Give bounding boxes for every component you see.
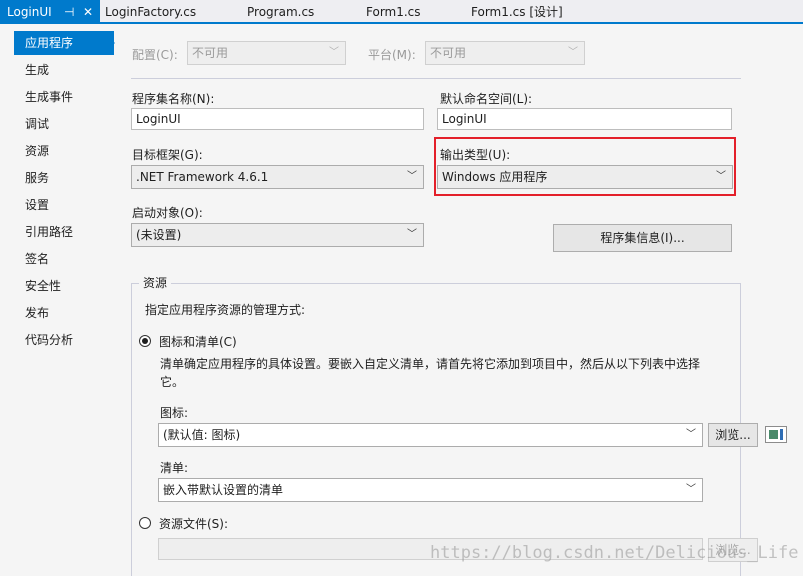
tab-program-cs[interactable]: Program.cs <box>247 0 314 24</box>
resource-file-option-label[interactable]: 资源文件(S): <box>159 515 228 532</box>
radio-selected-dot <box>142 338 148 344</box>
sidebar-item-code-analysis[interactable]: 代码分析 <box>14 328 114 352</box>
sidebar-item-debug[interactable]: 调试 <box>14 112 114 136</box>
sidebar-item-security[interactable]: 安全性 <box>14 274 114 298</box>
chevron-down-icon: ﹀ <box>686 429 696 440</box>
icon-dropdown[interactable]: (默认值: 图标) ﹀ <box>158 423 703 447</box>
tab-label: LoginUI <box>7 5 52 19</box>
assembly-info-button[interactable]: 程序集信息(I)... <box>553 224 732 252</box>
icon-manifest-radio[interactable] <box>139 335 151 347</box>
assembly-name-input[interactable]: LoginUI <box>131 108 424 130</box>
default-namespace-label: 默认命名空间(L): <box>440 92 533 106</box>
chevron-down-icon: ﹀ <box>686 484 696 495</box>
sidebar-item-resources[interactable]: 资源 <box>14 139 114 163</box>
sidebar-item-build[interactable]: 生成 <box>14 58 114 82</box>
manifest-label: 清单: <box>160 461 189 475</box>
icon-browse-button[interactable]: 浏览... <box>708 423 758 447</box>
chevron-down-icon: ﹀ <box>716 171 726 182</box>
close-icon[interactable]: ✕ <box>83 0 93 24</box>
sidebar-item-settings[interactable]: 设置 <box>14 193 114 217</box>
platform-label: 平台(M): <box>368 48 416 62</box>
icon-manifest-option-label[interactable]: 图标和清单(C) <box>159 333 237 350</box>
default-app-icon <box>769 430 778 439</box>
manifest-dropdown[interactable]: 嵌入带默认设置的清单 ﹀ <box>158 478 703 502</box>
resources-instruction: 指定应用程序资源的管理方式: <box>145 303 306 317</box>
chevron-down-icon: ﹀ <box>329 47 339 58</box>
manifest-description: 清单确定应用程序的具体设置。要嵌入自定义清单，请首先将它添加到项目中，然后从以下… <box>160 357 701 389</box>
resources-group-title: 资源 <box>139 274 172 291</box>
tab-loginfactory-cs[interactable]: LoginFactory.cs <box>105 0 196 24</box>
tab-form1-cs[interactable]: Form1.cs <box>366 0 421 24</box>
output-type-dropdown[interactable]: Windows 应用程序 ﹀ <box>437 165 733 189</box>
sidebar-item-application[interactable]: 应用程序 <box>14 31 114 55</box>
pin-icon[interactable]: ⊣ <box>64 0 74 24</box>
icon-preview <box>765 426 787 443</box>
platform-dropdown: 不可用 ﹀ <box>425 41 585 65</box>
icon-label: 图标: <box>160 406 189 420</box>
platform-value: 不可用 <box>430 46 467 60</box>
config-label: 配置(C): <box>132 48 178 62</box>
sidebar-item-reference-paths[interactable]: 引用路径 <box>14 220 114 244</box>
target-framework-dropdown[interactable]: .NET Framework 4.6.1 ﹀ <box>131 165 424 189</box>
output-type-label: 输出类型(U): <box>440 148 511 162</box>
chevron-down-icon: ﹀ <box>568 47 578 58</box>
resource-file-radio[interactable] <box>139 517 151 529</box>
startup-object-label: 启动对象(O): <box>132 206 203 220</box>
config-value: 不可用 <box>192 46 229 60</box>
watermark: https://blog.csdn.net/Delicious_Life <box>430 543 799 563</box>
active-indicator-arrow <box>108 37 115 49</box>
chevron-down-icon: ﹀ <box>407 229 417 240</box>
icon-value: (默认值: 图标) <box>163 428 241 442</box>
sidebar-item-build-events[interactable]: 生成事件 <box>14 85 114 109</box>
assembly-name-label: 程序集名称(N): <box>132 92 215 106</box>
output-type-value: Windows 应用程序 <box>442 170 548 184</box>
tab-form1-cs-design[interactable]: Form1.cs [设计] <box>471 0 563 24</box>
default-app-icon-bar <box>780 429 783 440</box>
divider <box>131 78 741 79</box>
config-dropdown: 不可用 ﹀ <box>187 41 346 65</box>
target-framework-label: 目标框架(G): <box>132 148 203 162</box>
sidebar-item-services[interactable]: 服务 <box>14 166 114 190</box>
sidebar-item-signing[interactable]: 签名 <box>14 247 114 271</box>
sidebar-item-publish[interactable]: 发布 <box>14 301 114 325</box>
default-namespace-input[interactable]: LoginUI <box>437 108 732 130</box>
target-framework-value: .NET Framework 4.6.1 <box>136 170 269 184</box>
manifest-value: 嵌入带默认设置的清单 <box>163 483 284 497</box>
chevron-down-icon: ﹀ <box>407 171 417 182</box>
startup-object-value: (未设置) <box>136 228 182 242</box>
startup-object-dropdown[interactable]: (未设置) ﹀ <box>131 223 424 247</box>
